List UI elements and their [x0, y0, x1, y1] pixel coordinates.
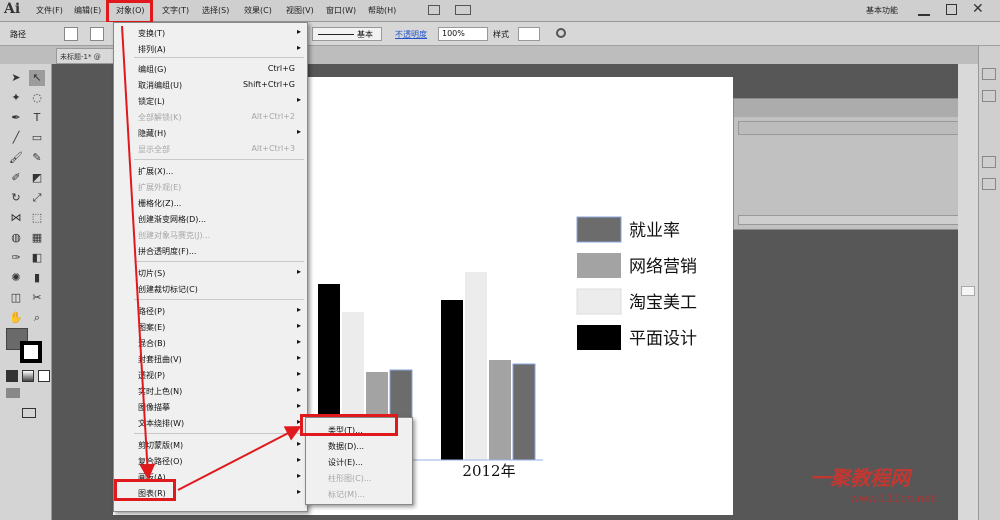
- arrow-object-to-graph: [121, 25, 156, 480]
- watermark-url: www.111cn.net: [850, 492, 936, 505]
- watermark-logo: 一聚教程网: [810, 466, 910, 490]
- annotation-arrows: [121, 25, 302, 491]
- arrow-graph-to-type: [177, 426, 302, 491]
